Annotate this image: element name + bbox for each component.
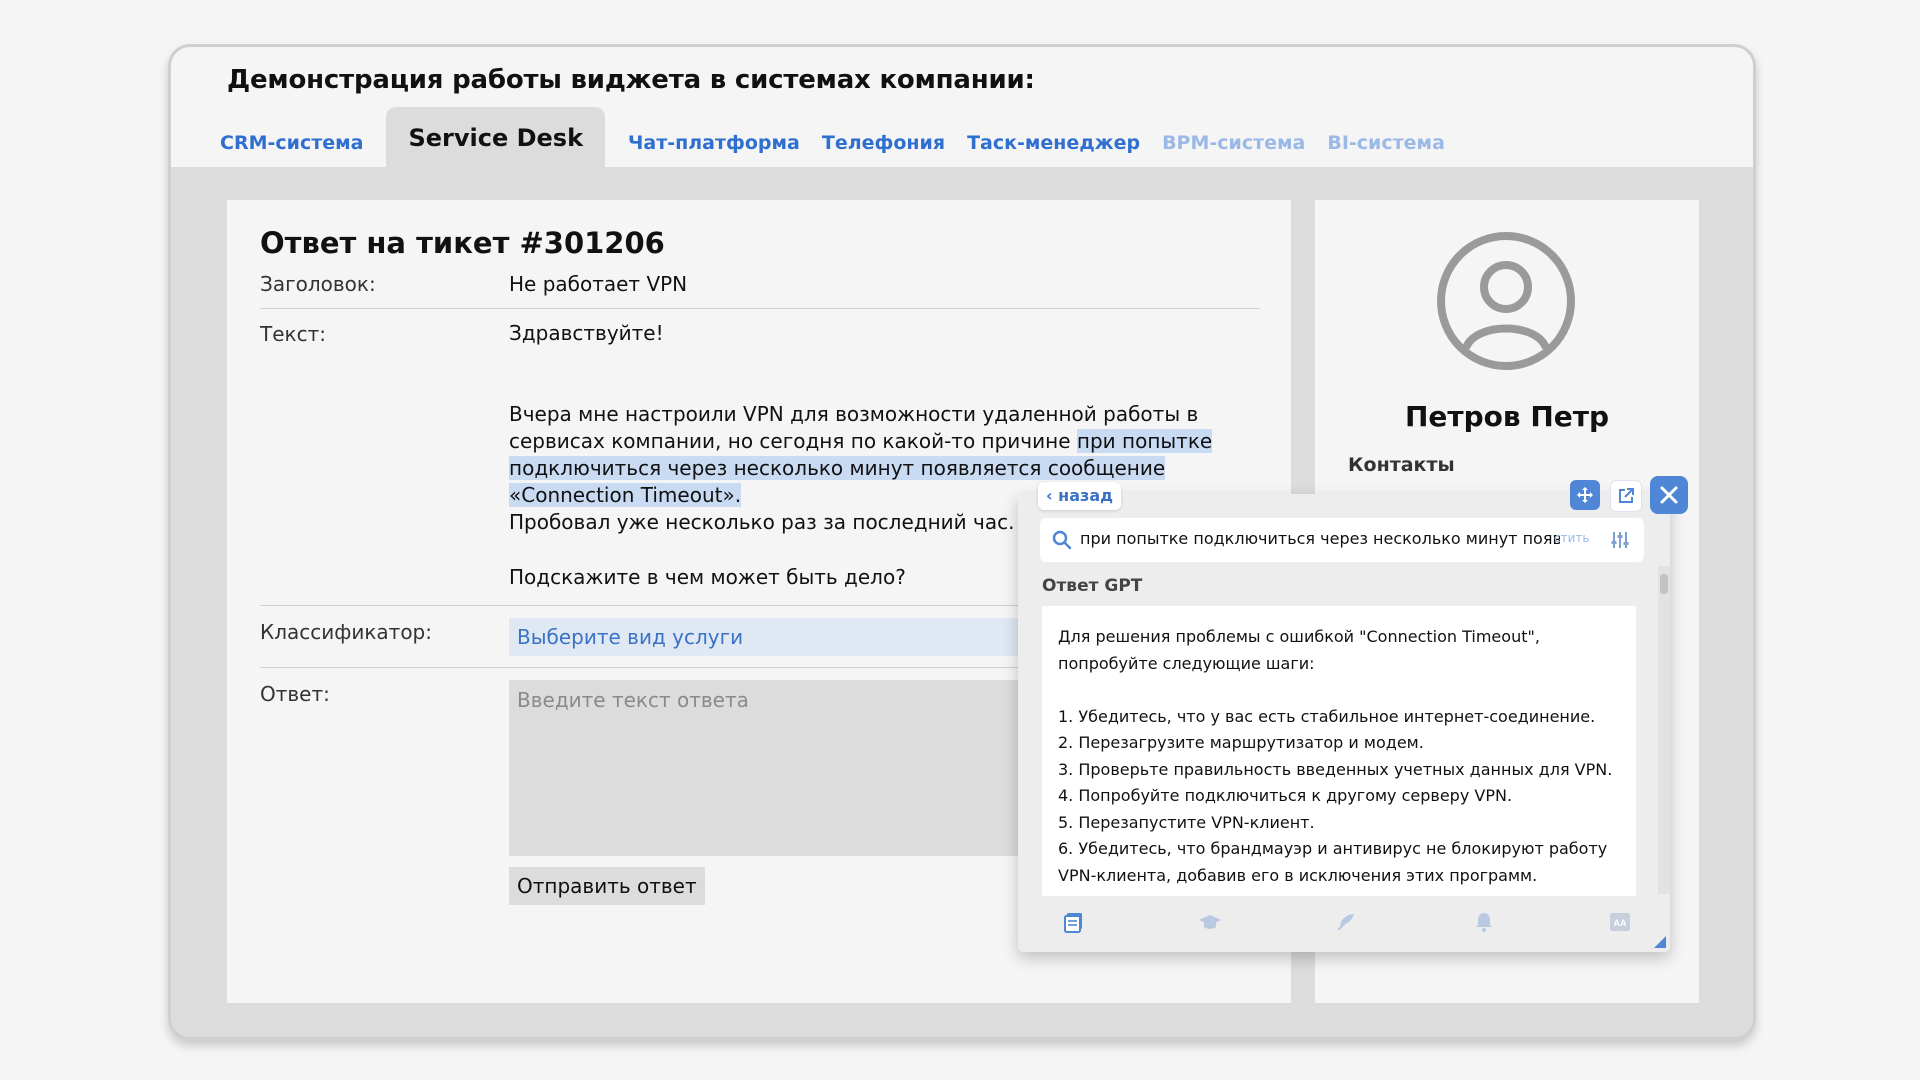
open-external-icon[interactable] xyxy=(1610,480,1642,512)
feather-icon[interactable] xyxy=(1334,910,1358,934)
gpt-answer-body: Для решения проблемы с ошибкой "Connecti… xyxy=(1042,606,1636,896)
user-avatar-icon xyxy=(1437,232,1575,370)
book-icon[interactable] xyxy=(1062,910,1086,934)
clear-search-link[interactable]: стить xyxy=(1554,531,1589,545)
send-answer-button[interactable]: Отправить ответ xyxy=(509,867,705,905)
tab-service-desk[interactable]: Service Desk xyxy=(386,107,606,167)
message-text-end: Пробовал уже несколько раз за последний … xyxy=(509,510,1015,534)
divider xyxy=(260,308,1260,309)
widget-toolbar: AA xyxy=(1018,896,1670,952)
close-icon[interactable] xyxy=(1650,476,1688,514)
system-tabs: CRM-система Service Desk Чат-платформа Т… xyxy=(209,107,1456,167)
scrollbar-track[interactable] xyxy=(1658,566,1670,894)
tab-task-manager[interactable]: Таск-менеджер xyxy=(956,107,1151,167)
tab-bi[interactable]: BI-система xyxy=(1316,107,1456,167)
answer-step: 4. Попробуйте подключиться к другому сер… xyxy=(1058,786,1513,805)
answer-step: 1. Убедитесь, что у вас есть стабильное … xyxy=(1058,706,1596,726)
search-icon xyxy=(1052,530,1072,550)
answer-step: 6. Убедитесь, что брандмауэр и антивирус… xyxy=(1058,839,1608,885)
widget-search-bar[interactable]: при попытке подключиться через несколько… xyxy=(1040,518,1644,562)
tab-bpm[interactable]: BPM-система xyxy=(1151,107,1316,167)
answer-step: 3. Проверьте правильность введенных учет… xyxy=(1058,759,1613,779)
move-icon[interactable] xyxy=(1570,480,1600,510)
tab-telephony[interactable]: Телефония xyxy=(811,107,956,167)
search-input[interactable]: при попытке подключиться через несколько… xyxy=(1080,529,1560,548)
font-size-icon[interactable]: AA xyxy=(1608,910,1632,934)
resize-handle-icon[interactable] xyxy=(1654,936,1666,948)
header-label: Заголовок: xyxy=(260,272,376,296)
header-value: Не работает VPN xyxy=(509,272,688,296)
graduation-cap-icon[interactable] xyxy=(1198,910,1222,934)
answer-step: 2. Перезагрузите маршрутизатор и модем. xyxy=(1058,733,1424,752)
answer-label: Ответ: xyxy=(260,682,330,706)
ticket-title: Ответ на тикет #301206 xyxy=(260,226,665,260)
answer-step: 5. Перезапустите VPN-клиент. xyxy=(1058,812,1315,832)
answer-intro: Для решения проблемы с ошибкой "Connecti… xyxy=(1058,627,1540,673)
tab-crm[interactable]: CRM-система xyxy=(209,107,374,167)
text-label: Текст: xyxy=(260,322,326,346)
filter-sliders-icon[interactable] xyxy=(1610,530,1630,550)
demo-title: Демонстрация работы виджета в системах к… xyxy=(227,65,1035,95)
gpt-widget: при попытке подключиться через несколько… xyxy=(1018,494,1670,952)
gpt-answer-heading: Ответ GPT xyxy=(1042,576,1143,596)
customer-name: Петров Петр xyxy=(1404,400,1610,433)
back-button[interactable]: ‹ назад xyxy=(1038,482,1122,510)
scrollbar-thumb[interactable] xyxy=(1660,574,1668,594)
svg-text:AA: AA xyxy=(1614,918,1627,928)
classifier-label: Классификатор: xyxy=(260,620,432,644)
ticket-greeting: Здравствуйте! xyxy=(509,321,664,345)
tab-chat-platform[interactable]: Чат-платформа xyxy=(617,107,811,167)
contacts-heading: Контакты xyxy=(1348,454,1455,476)
bell-icon[interactable] xyxy=(1472,910,1496,934)
